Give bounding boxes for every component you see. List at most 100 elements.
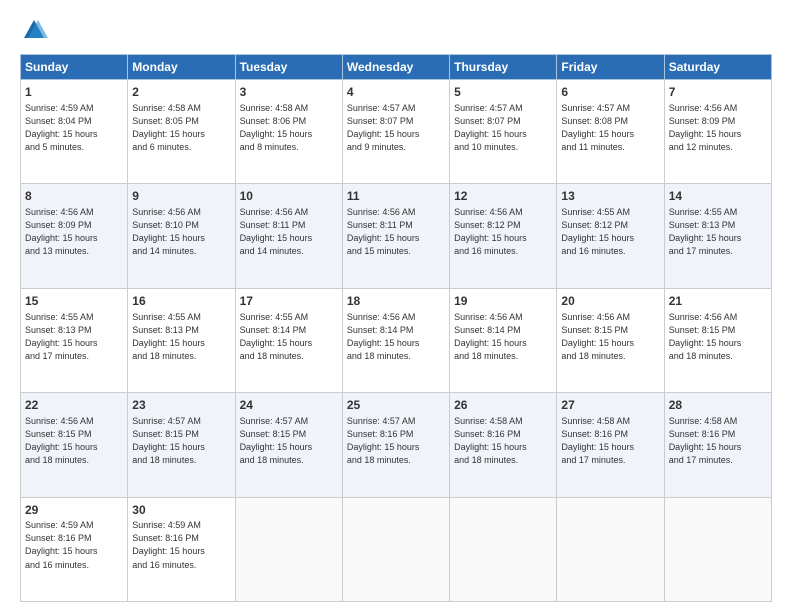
calendar-header-saturday: Saturday [664, 55, 771, 80]
calendar-cell: 9Sunrise: 4:56 AMSunset: 8:10 PMDaylight… [128, 184, 235, 288]
calendar-cell: 23Sunrise: 4:57 AMSunset: 8:15 PMDayligh… [128, 393, 235, 497]
page: SundayMondayTuesdayWednesdayThursdayFrid… [0, 0, 792, 612]
day-number: 13 [561, 188, 659, 205]
calendar-cell: 11Sunrise: 4:56 AMSunset: 8:11 PMDayligh… [342, 184, 449, 288]
day-info: Sunrise: 4:55 AMSunset: 8:14 PMDaylight:… [240, 311, 338, 363]
calendar-cell [450, 497, 557, 601]
day-number: 21 [669, 293, 767, 310]
calendar-cell [235, 497, 342, 601]
day-number: 15 [25, 293, 123, 310]
day-info: Sunrise: 4:56 AMSunset: 8:11 PMDaylight:… [347, 206, 445, 258]
logo [20, 16, 52, 44]
day-info: Sunrise: 4:56 AMSunset: 8:12 PMDaylight:… [454, 206, 552, 258]
calendar-header-sunday: Sunday [21, 55, 128, 80]
logo-icon [20, 16, 48, 44]
day-number: 12 [454, 188, 552, 205]
calendar-cell: 29Sunrise: 4:59 AMSunset: 8:16 PMDayligh… [21, 497, 128, 601]
calendar-cell: 28Sunrise: 4:58 AMSunset: 8:16 PMDayligh… [664, 393, 771, 497]
calendar-cell: 27Sunrise: 4:58 AMSunset: 8:16 PMDayligh… [557, 393, 664, 497]
calendar-cell: 12Sunrise: 4:56 AMSunset: 8:12 PMDayligh… [450, 184, 557, 288]
calendar-week-3: 15 Sunrise: 4:55 AMSunset: 8:13 PMDayligh… [21, 288, 772, 392]
day-number: 27 [561, 397, 659, 414]
day-number: 5 [454, 84, 552, 101]
day-number: 8 [25, 188, 123, 205]
day-info: Sunrise: 4:55 AMSunset: 8:13 PMDaylight:… [132, 311, 230, 363]
day-info: Sunrise: 4:59 AMSunset: 8:16 PMDaylight:… [25, 519, 123, 571]
calendar-cell: 13Sunrise: 4:55 AMSunset: 8:12 PMDayligh… [557, 184, 664, 288]
calendar-cell: 17Sunrise: 4:55 AMSunset: 8:14 PMDayligh… [235, 288, 342, 392]
day-info: Sunrise: 4:55 AMSunset: 8:13 PMDaylight:… [669, 206, 767, 258]
calendar-cell: 7Sunrise: 4:56 AMSunset: 8:09 PMDaylight… [664, 80, 771, 184]
day-info: Sunrise: 4:56 AMSunset: 8:10 PMDaylight:… [132, 206, 230, 258]
calendar-cell: 20Sunrise: 4:56 AMSunset: 8:15 PMDayligh… [557, 288, 664, 392]
calendar-header-tuesday: Tuesday [235, 55, 342, 80]
calendar-week-1: 1Sunrise: 4:59 AMSunset: 8:04 PMDaylight… [21, 80, 772, 184]
day-number: 22 [25, 397, 123, 414]
day-number: 20 [561, 293, 659, 310]
calendar-cell: 24Sunrise: 4:57 AMSunset: 8:15 PMDayligh… [235, 393, 342, 497]
calendar-cell: 22Sunrise: 4:56 AMSunset: 8:15 PMDayligh… [21, 393, 128, 497]
day-info: Sunrise: 4:58 AMSunset: 8:16 PMDaylight:… [669, 415, 767, 467]
day-number: 16 [132, 293, 230, 310]
day-number: 9 [132, 188, 230, 205]
calendar-cell: 16Sunrise: 4:55 AMSunset: 8:13 PMDayligh… [128, 288, 235, 392]
day-info: Sunrise: 4:59 AMSunset: 8:04 PMDaylight:… [25, 102, 123, 154]
calendar-cell [664, 497, 771, 601]
day-number: 4 [347, 84, 445, 101]
day-number: 3 [240, 84, 338, 101]
day-info: Sunrise: 4:59 AMSunset: 8:16 PMDaylight:… [132, 519, 230, 571]
day-info: Sunrise: 4:57 AMSunset: 8:08 PMDaylight:… [561, 102, 659, 154]
day-info: Sunrise: 4:56 AMSunset: 8:15 PMDaylight:… [669, 311, 767, 363]
day-info: Sunrise: 4:56 AMSunset: 8:14 PMDaylight:… [347, 311, 445, 363]
day-info: Sunrise: 4:56 AMSunset: 8:14 PMDaylight:… [454, 311, 552, 363]
day-number: 14 [669, 188, 767, 205]
calendar-header-monday: Monday [128, 55, 235, 80]
day-number: 25 [347, 397, 445, 414]
calendar-cell [342, 497, 449, 601]
day-number: 1 [25, 84, 123, 101]
calendar-cell: 30Sunrise: 4:59 AMSunset: 8:16 PMDayligh… [128, 497, 235, 601]
day-number: 11 [347, 188, 445, 205]
day-info: Sunrise: 4:56 AMSunset: 8:15 PMDaylight:… [25, 415, 123, 467]
day-number: 2 [132, 84, 230, 101]
day-number: 17 [240, 293, 338, 310]
calendar-cell: 19Sunrise: 4:56 AMSunset: 8:14 PMDayligh… [450, 288, 557, 392]
day-info: Sunrise: 4:57 AMSunset: 8:15 PMDaylight:… [132, 415, 230, 467]
day-number: 28 [669, 397, 767, 414]
day-info: Sunrise: 4:57 AMSunset: 8:15 PMDaylight:… [240, 415, 338, 467]
calendar-header-wednesday: Wednesday [342, 55, 449, 80]
calendar-week-4: 22Sunrise: 4:56 AMSunset: 8:15 PMDayligh… [21, 393, 772, 497]
day-info: Sunrise: 4:55 AMSunset: 8:12 PMDaylight:… [561, 206, 659, 258]
day-info: Sunrise: 4:58 AMSunset: 8:05 PMDaylight:… [132, 102, 230, 154]
calendar-table: SundayMondayTuesdayWednesdayThursdayFrid… [20, 54, 772, 602]
day-info: Sunrise: 4:57 AMSunset: 8:07 PMDaylight:… [347, 102, 445, 154]
day-info: Sunrise: 4:56 AMSunset: 8:11 PMDaylight:… [240, 206, 338, 258]
calendar-cell: 5Sunrise: 4:57 AMSunset: 8:07 PMDaylight… [450, 80, 557, 184]
calendar-cell: 25Sunrise: 4:57 AMSunset: 8:16 PMDayligh… [342, 393, 449, 497]
calendar-cell: 6Sunrise: 4:57 AMSunset: 8:08 PMDaylight… [557, 80, 664, 184]
day-number: 7 [669, 84, 767, 101]
day-info: Sunrise: 4:56 AMSunset: 8:09 PMDaylight:… [669, 102, 767, 154]
day-number: 30 [132, 502, 230, 519]
header [20, 16, 772, 44]
day-number: 10 [240, 188, 338, 205]
day-number: 18 [347, 293, 445, 310]
day-info: Sunrise: 4:58 AMSunset: 8:06 PMDaylight:… [240, 102, 338, 154]
calendar-cell: 10Sunrise: 4:56 AMSunset: 8:11 PMDayligh… [235, 184, 342, 288]
day-number: 6 [561, 84, 659, 101]
day-info: Sunrise: 4:57 AMSunset: 8:16 PMDaylight:… [347, 415, 445, 467]
day-number: 29 [25, 502, 123, 519]
calendar-cell: 4Sunrise: 4:57 AMSunset: 8:07 PMDaylight… [342, 80, 449, 184]
day-info: Sunrise: 4:58 AMSunset: 8:16 PMDaylight:… [561, 415, 659, 467]
calendar-cell: 18Sunrise: 4:56 AMSunset: 8:14 PMDayligh… [342, 288, 449, 392]
calendar-cell: 15Sunrise: 4:55 AMSunset: 8:13 PMDayligh… [21, 288, 128, 392]
calendar-cell: 21Sunrise: 4:56 AMSunset: 8:15 PMDayligh… [664, 288, 771, 392]
calendar-header-row: SundayMondayTuesdayWednesdayThursdayFrid… [21, 55, 772, 80]
calendar-cell: 2Sunrise: 4:58 AMSunset: 8:05 PMDaylight… [128, 80, 235, 184]
day-number: 26 [454, 397, 552, 414]
calendar-header-thursday: Thursday [450, 55, 557, 80]
day-info: Sunrise: 4:56 AMSunset: 8:15 PMDaylight:… [561, 311, 659, 363]
calendar-cell: 3Sunrise: 4:58 AMSunset: 8:06 PMDaylight… [235, 80, 342, 184]
day-info: Sunrise: 4:58 AMSunset: 8:16 PMDaylight:… [454, 415, 552, 467]
day-info: Sunrise: 4:56 AMSunset: 8:09 PMDaylight:… [25, 206, 123, 258]
